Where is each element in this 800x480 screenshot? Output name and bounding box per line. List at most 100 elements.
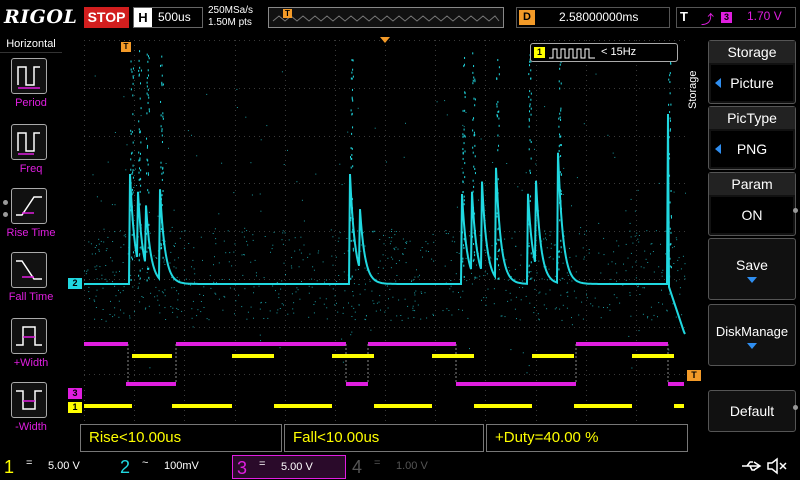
spike-dot	[559, 87, 561, 90]
ch3-segment	[176, 342, 346, 346]
measurement-fall[interactable]: Fall<10.00us	[284, 424, 484, 452]
noise-dot	[281, 239, 283, 241]
waveform-display[interactable]	[84, 40, 686, 422]
noise-dot	[171, 287, 173, 289]
spike-dot	[352, 99, 354, 102]
noise-dot	[164, 264, 166, 265]
ch1-marker[interactable]: 1	[68, 402, 82, 413]
noise-dot	[270, 251, 271, 253]
noise-dot	[471, 272, 472, 274]
spike-dot	[132, 171, 134, 174]
ch3-marker[interactable]: 3	[68, 388, 82, 399]
ch2-status[interactable]: 2 ~ 100mV	[116, 455, 230, 479]
noise-dot	[662, 269, 664, 271]
noise-dot	[550, 247, 552, 249]
noise-dot	[636, 232, 638, 234]
noise-dot	[407, 317, 409, 319]
noise-dot	[456, 206, 458, 208]
ch1-status[interactable]: 1 = 5.00 V	[0, 455, 114, 479]
freq-icon	[11, 124, 47, 160]
spike-dot	[530, 77, 532, 80]
save-softkey[interactable]: Save	[708, 238, 796, 300]
spike-dot	[474, 155, 476, 158]
noise-dot	[650, 253, 651, 255]
noise-dot	[94, 300, 96, 302]
noise-dot	[292, 308, 294, 310]
disk-manage-softkey[interactable]: DiskManage	[708, 304, 796, 366]
ch4-status[interactable]: 4 = 1.00 V	[348, 455, 462, 479]
noise-dot	[424, 292, 426, 294]
noise-dot	[183, 247, 185, 249]
noise-dot	[359, 293, 361, 295]
noise-dot	[389, 243, 391, 245]
noise-dot	[461, 167, 463, 169]
spike-dot	[530, 261, 532, 264]
ch2-marker[interactable]: 2	[68, 278, 82, 289]
param-softkey[interactable]: Param ON	[708, 172, 796, 236]
noise-dot	[575, 297, 577, 299]
spike-dot	[131, 70, 133, 73]
noise-dot	[153, 255, 155, 257]
spike-dot	[474, 144, 476, 147]
noise-dot	[562, 262, 564, 264]
noise-dot	[493, 288, 495, 290]
measure-freq[interactable]: Freq	[0, 124, 62, 184]
noise-dot	[366, 315, 367, 317]
noise-dot	[137, 288, 139, 289]
noise-dot	[281, 71, 283, 73]
period-icon	[11, 58, 47, 94]
noise-dot	[396, 315, 398, 317]
measure-positive-width[interactable]: +Width	[0, 318, 62, 378]
noise-dot	[411, 279, 413, 281]
noise-dot	[518, 287, 520, 288]
noise-dot	[392, 258, 394, 260]
spike-dot	[138, 274, 140, 277]
noise-dot	[534, 148, 535, 150]
spike-dot	[138, 179, 140, 182]
measure-negative-width[interactable]: -Width	[0, 382, 62, 442]
noise-dot	[334, 304, 336, 306]
noise-dot	[462, 124, 464, 126]
noise-dot	[581, 301, 583, 303]
noise-dot	[144, 308, 146, 310]
timebase-box[interactable]: H 500us	[133, 7, 203, 28]
noise-dot	[106, 280, 108, 282]
delay-box[interactable]: D 2.58000000ms	[516, 7, 670, 28]
measure-fall-time[interactable]: Fall Time	[0, 252, 62, 312]
noise-dot	[326, 307, 328, 309]
noise-dot	[630, 198, 632, 200]
noise-dot	[525, 295, 527, 297]
noise-dot	[287, 149, 288, 151]
noise-dot	[343, 307, 344, 309]
spike-dot	[560, 118, 562, 121]
noise-dot	[514, 308, 516, 310]
trigger-box[interactable]: T ⤴ 3 1.70 V	[676, 7, 796, 28]
noise-dot	[218, 213, 220, 215]
noise-dot	[275, 290, 276, 292]
default-softkey[interactable]: Default	[708, 390, 796, 432]
measurement-duty[interactable]: +Duty=40.00 %	[486, 424, 688, 452]
noise-dot	[146, 272, 148, 274]
noise-dot	[318, 250, 320, 252]
storage-type-softkey[interactable]: Storage Picture	[708, 40, 796, 104]
pictype-softkey[interactable]: PicType PNG	[708, 106, 796, 170]
noise-dot	[169, 262, 171, 264]
spike-dot	[530, 277, 532, 280]
measure-period[interactable]: Period	[0, 58, 62, 118]
noise-dot	[575, 271, 577, 273]
measurement-rise[interactable]: Rise<10.00us	[80, 424, 282, 452]
noise-dot	[388, 237, 390, 239]
measure-rise-time[interactable]: Rise Time	[0, 188, 62, 248]
noise-dot	[181, 310, 183, 312]
ch3-status[interactable]: 3 = 5.00 V	[232, 455, 346, 479]
channel-status-bar: 1 = 5.00 V 2 ~ 100mV 3 = 5.00 V 4 = 1.00…	[0, 452, 800, 480]
run-stop-button[interactable]: STOP	[84, 7, 129, 28]
spike-dot	[669, 201, 671, 204]
trigger-level-marker[interactable]: T	[687, 370, 701, 381]
noise-dot	[685, 192, 686, 194]
noise-dot	[433, 315, 434, 316]
noise-dot	[96, 289, 98, 291]
noise-dot	[313, 312, 315, 314]
noise-dot	[324, 281, 325, 283]
spike-dot	[352, 68, 354, 71]
